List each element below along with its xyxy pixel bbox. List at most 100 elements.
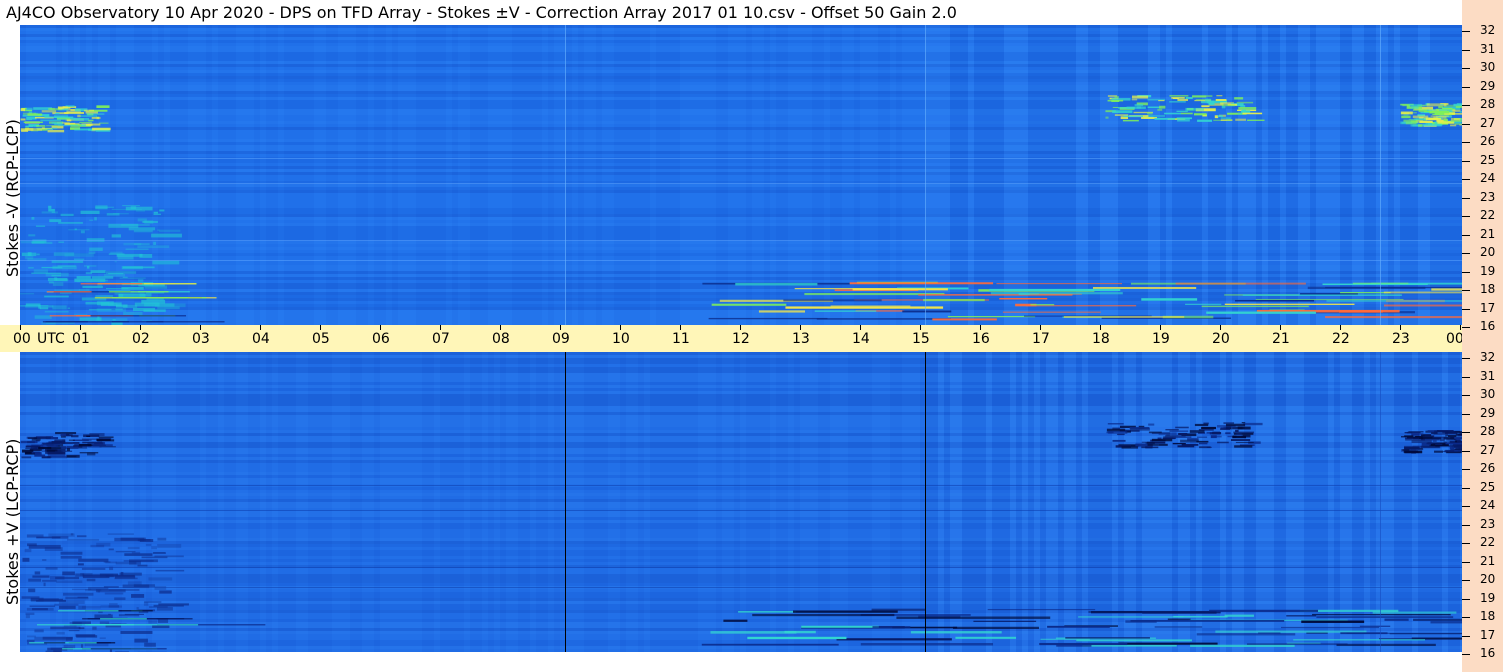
time-tick-label: 23 [1392,331,1410,347]
frequency-tick-mark [1462,580,1470,581]
time-axis-bar [0,325,1462,352]
time-tick-mark [920,325,921,330]
frequency-tick-mark [1462,216,1470,217]
frequency-tick-label: 26 [1480,461,1496,475]
frequency-tick-label: 20 [1480,572,1496,586]
time-tick-mark [980,325,981,330]
time-tick-mark [680,325,681,330]
frequency-tick-mark [1462,253,1470,254]
time-tick-label: 21 [1272,331,1290,347]
frequency-tick-label: 19 [1480,590,1496,605]
frequency-tick-label: 26 [1480,134,1496,148]
frequency-tick-mark [1462,524,1470,526]
frequency-tick-label: 27 [1480,115,1496,130]
frequency-tick-label: 24 [1480,171,1496,185]
frequency-tick-mark [1462,598,1470,600]
frequency-tick-label: 29 [1480,78,1496,93]
frequency-tick-mark [1462,290,1470,291]
frequency-tick-label: 25 [1480,479,1496,494]
frequency-tick-mark [1462,635,1470,637]
time-tick-label: 22 [1332,331,1350,347]
frequency-tick-mark [1462,432,1470,433]
frequency-tick-label: 29 [1480,405,1496,420]
frequency-tick-label: 32 [1480,350,1496,364]
frequency-tick-label: 22 [1480,208,1496,222]
time-tick-label: 04 [252,331,270,347]
frequency-tick-label: 22 [1480,535,1496,549]
frequency-tick-mark [1462,271,1470,273]
frequency-tick-mark [1462,160,1470,162]
utc-label: UTC [37,331,65,347]
time-tick-mark [20,325,21,330]
frequency-tick-mark [1462,86,1470,88]
frequency-tick-label: 16 [1480,319,1496,333]
frequency-tick-mark [1462,179,1470,180]
marker-line-0900 [565,352,566,652]
frequency-tick-mark [1462,543,1470,544]
time-tick-label: 13 [792,331,810,347]
frequency-tick-mark [1462,376,1470,378]
frequency-tick-label: 30 [1480,60,1496,74]
time-tick-label: 06 [372,331,390,347]
frequency-tick-mark [1462,506,1470,507]
frequency-tick-mark [1462,31,1470,32]
time-tick-mark [440,325,441,330]
frequency-tick-mark [1462,123,1470,125]
frequency-tick-label: 23 [1480,189,1496,204]
frequency-tick-label: 24 [1480,498,1496,512]
time-tick-label: 02 [132,331,150,347]
frequency-tick-label: 21 [1480,553,1496,568]
time-tick-mark [1040,325,1041,330]
frequency-tick-mark [1462,105,1470,106]
time-tick-mark [380,325,381,330]
time-tick-mark [320,325,321,330]
chart-title: AJ4CO Observatory 10 Apr 2020 - DPS on T… [6,3,957,22]
time-tick-label: 15 [912,331,930,347]
frequency-tick-mark [1462,395,1470,396]
marker-line-1500 [925,352,926,652]
frequency-tick-mark [1462,617,1470,618]
frequency-tick-label: 23 [1480,516,1496,531]
time-tick-label: 18 [1092,331,1110,347]
frequency-tick-label: 18 [1480,282,1496,296]
frequency-tick-mark [1462,308,1470,310]
top-spectrogram [20,25,1462,325]
time-tick-mark [80,325,81,330]
frequency-tick-mark [1462,487,1470,489]
time-tick-label: 19 [1152,331,1170,347]
time-tick-mark [140,325,141,330]
time-tick-mark [500,325,501,330]
time-tick-mark [1460,325,1461,330]
frequency-tick-label: 25 [1480,152,1496,167]
frequency-tick-label: 16 [1480,646,1496,660]
time-tick-label: 00 [13,331,31,347]
frequency-tick-mark [1462,561,1470,563]
frequency-tick-mark [1462,358,1470,359]
frequency-tick-mark [1462,68,1470,69]
frequency-tick-label: 17 [1480,627,1496,642]
time-tick-label: 10 [612,331,630,347]
time-tick-mark [800,325,801,330]
frequency-tick-label: 31 [1480,368,1496,383]
frequency-tick-label: 30 [1480,387,1496,401]
time-tick-mark [740,325,741,330]
time-tick-label: 09 [552,331,570,347]
frequency-tick-label: 18 [1480,609,1496,623]
frequency-tick-label: 28 [1480,97,1496,111]
frequency-tick-label: 28 [1480,424,1496,438]
time-tick-mark [260,325,261,330]
time-tick-mark [1220,325,1221,330]
frequency-tick-mark [1462,234,1470,236]
time-tick-label: 20 [1212,331,1230,347]
time-tick-label: 14 [852,331,870,347]
time-tick-mark [1160,325,1161,330]
time-tick-label: 08 [492,331,510,347]
frequency-tick-mark [1462,654,1470,655]
time-tick-label: 01 [72,331,90,347]
time-tick-mark [1340,325,1341,330]
time-tick-mark [200,325,201,330]
frequency-tick-label: 17 [1480,300,1496,315]
frequency-tick-mark [1462,469,1470,470]
time-tick-label: 05 [312,331,330,347]
time-tick-label: 12 [732,331,750,347]
